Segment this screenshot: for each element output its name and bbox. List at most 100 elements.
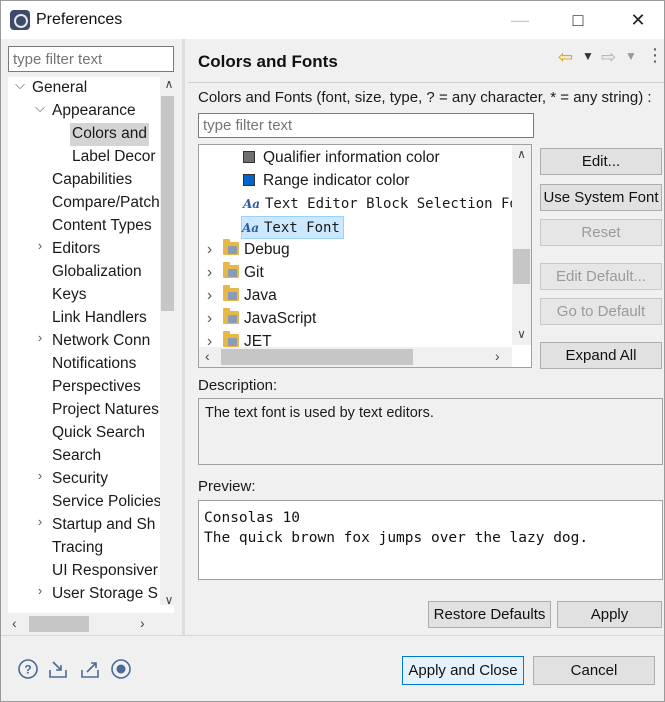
tree-item[interactable]: General: [30, 77, 89, 100]
import-icon[interactable]: [47, 658, 69, 680]
tree-item[interactable]: Keys: [50, 284, 88, 307]
tree-item[interactable]: Link Handlers: [50, 307, 149, 330]
tree-item[interactable]: Editors: [50, 238, 102, 261]
category-item[interactable]: › JavaScript: [207, 308, 316, 331]
scroll-up-icon[interactable]: ∧: [160, 77, 174, 95]
folder-icon: [223, 239, 239, 255]
scrollbar-thumb[interactable]: [29, 616, 89, 632]
tree-item[interactable]: Perspectives: [50, 376, 143, 399]
scrollbar-thumb[interactable]: [161, 96, 174, 311]
collapse-arrow-icon[interactable]: ⌵: [34, 100, 46, 116]
tree-item[interactable]: Compare/Patch: [50, 192, 162, 215]
setting-item[interactable]: Range indicator color: [243, 170, 409, 193]
scroll-up-icon[interactable]: ∧: [512, 147, 531, 161]
scroll-right-icon[interactable]: ›: [140, 615, 145, 631]
expand-arrow-icon[interactable]: ›: [207, 262, 223, 284]
maximize-button[interactable]: □: [555, 5, 601, 35]
tree-item[interactable]: Globalization: [50, 261, 144, 284]
expand-arrow-icon[interactable]: ›: [34, 330, 46, 345]
setting-item[interactable]: Aa Text Font: [241, 216, 344, 239]
minimize-button[interactable]: —: [497, 5, 543, 35]
folder-icon: [223, 285, 239, 301]
tree-item[interactable]: Content Types: [50, 215, 154, 238]
scroll-down-icon[interactable]: ∨: [160, 593, 174, 611]
tree-item[interactable]: UI Responsiver: [50, 560, 160, 583]
edit-default-button[interactable]: Edit Default...: [540, 263, 662, 290]
expand-arrow-icon[interactable]: ›: [207, 285, 223, 307]
window-title: Preferences: [36, 11, 123, 28]
tree-item[interactable]: User Storage S: [50, 583, 160, 606]
forward-dropdown-icon[interactable]: ▼: [625, 49, 637, 63]
tree-item[interactable]: Capabilities: [50, 169, 134, 192]
expand-arrow-icon[interactable]: ›: [34, 514, 46, 529]
description-label: Description:: [198, 377, 278, 394]
setting-item[interactable]: Aa Text Editor Block Selection Font: [243, 193, 532, 216]
export-icon[interactable]: [79, 658, 101, 680]
help-icon[interactable]: ?: [17, 658, 39, 680]
expand-arrow-icon[interactable]: ›: [34, 468, 46, 483]
category-item[interactable]: › Java: [207, 285, 277, 308]
panel-sash[interactable]: [182, 39, 185, 635]
tree-horizontal-scrollbar[interactable]: ‹ ›: [8, 613, 174, 635]
tree-item-label: Link Handlers: [52, 309, 147, 326]
tree-item[interactable]: Colors and: [70, 123, 149, 146]
cf-vertical-scrollbar[interactable]: ∧ ∨: [512, 145, 531, 345]
preferences-filter-input[interactable]: [8, 46, 174, 72]
back-dropdown-icon[interactable]: ▼: [582, 49, 594, 63]
page-header: Colors and Fonts ⇦ ▼ ⇨ ▼ ⋮: [188, 39, 664, 83]
collapse-arrow-icon[interactable]: ⌵: [14, 77, 26, 93]
tree-item-label: Project Natures: [52, 401, 159, 418]
tree-item[interactable]: Startup and Sh: [50, 514, 157, 537]
tree-item[interactable]: Network Conn: [50, 330, 152, 353]
tree-item-label: Network Conn: [52, 332, 151, 349]
expand-arrow-icon[interactable]: ›: [207, 239, 223, 261]
expand-arrow-icon[interactable]: ›: [34, 238, 46, 253]
font-icon: Aa: [242, 221, 260, 235]
expand-arrow-icon[interactable]: ›: [34, 583, 46, 598]
edit-button[interactable]: Edit...: [540, 148, 662, 175]
back-arrow-icon[interactable]: ⇦: [558, 47, 573, 68]
scroll-left-icon[interactable]: ‹: [205, 348, 210, 364]
setting-item[interactable]: Qualifier information color: [243, 147, 440, 170]
item-label: Qualifier information color: [263, 149, 440, 166]
tree-item[interactable]: Service Policies: [50, 491, 163, 514]
view-menu-icon[interactable]: ⋮: [646, 45, 664, 66]
tree-item[interactable]: Tracing: [50, 537, 105, 560]
close-button[interactable]: ✕: [615, 5, 661, 35]
tree-item[interactable]: Label Decor: [70, 146, 158, 169]
folder-icon: [223, 331, 239, 347]
forward-arrow-icon[interactable]: ⇨: [601, 47, 616, 68]
apply-button[interactable]: Apply: [557, 601, 662, 628]
category-item[interactable]: › Git: [207, 262, 264, 285]
tree-item-label: Tracing: [52, 539, 104, 556]
preview-sample-line: The quick brown fox jumps over the lazy …: [204, 530, 589, 546]
cancel-button[interactable]: Cancel: [533, 656, 655, 685]
scroll-left-icon[interactable]: ‹: [12, 615, 17, 631]
reset-button[interactable]: Reset: [540, 219, 662, 246]
item-label: Text Editor Block Selection Font: [265, 196, 532, 212]
tree-item[interactable]: Search: [50, 445, 103, 468]
tree-vertical-scrollbar[interactable]: ∧ ∨: [160, 77, 174, 607]
tree-item[interactable]: Project Natures: [50, 399, 161, 422]
scrollbar-thumb[interactable]: [221, 349, 413, 365]
scroll-down-icon[interactable]: ∨: [512, 327, 531, 341]
expand-arrow-icon[interactable]: ›: [207, 308, 223, 330]
expand-all-button[interactable]: Expand All: [540, 342, 662, 369]
category-item[interactable]: › Debug: [207, 239, 290, 262]
tree-item[interactable]: Notifications: [50, 353, 138, 376]
apply-and-close-button[interactable]: Apply and Close: [402, 656, 524, 685]
cf-horizontal-scrollbar[interactable]: ‹ ›: [199, 347, 512, 367]
go-to-default-button[interactable]: Go to Default: [540, 298, 662, 325]
restore-defaults-button[interactable]: Restore Defaults: [428, 601, 551, 628]
tree-item[interactable]: Quick Search: [50, 422, 147, 445]
tree-item[interactable]: Security: [50, 468, 110, 491]
scrollbar-thumb[interactable]: [513, 249, 530, 284]
colors-fonts-filter-input[interactable]: [198, 113, 534, 138]
use-system-font-button[interactable]: Use System Font: [540, 184, 662, 211]
tree-item-label: Globalization: [52, 263, 142, 280]
tree-item-label: Perspectives: [52, 378, 141, 395]
tree-item[interactable]: Appearance: [50, 100, 138, 123]
record-icon[interactable]: [110, 658, 132, 680]
scroll-right-icon[interactable]: ›: [495, 348, 500, 364]
tree-item-label: Service Policies: [52, 493, 162, 510]
